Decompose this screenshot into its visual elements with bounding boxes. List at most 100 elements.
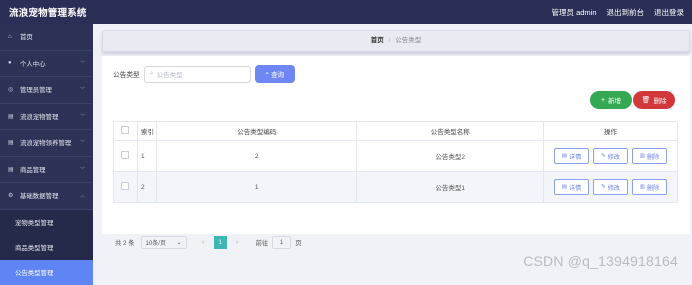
delete-button-label: 删除 bbox=[653, 98, 667, 105]
detail-button[interactable]: ▤ 详情 bbox=[554, 148, 589, 164]
chevron-left-icon: ‹ bbox=[201, 239, 205, 246]
search-form: 公告类型 ⌕ 公告类型 ⌕ 查询 bbox=[113, 65, 295, 83]
search-input[interactable]: ⌕ 公告类型 bbox=[143, 65, 251, 83]
breadcrumb-separator: / bbox=[388, 37, 391, 44]
settings-icon: ⚙ bbox=[8, 193, 14, 200]
row-operations: ▤ 详情 ✎ 修改 ▥ 删除 bbox=[543, 171, 678, 203]
sidebar-item-label: 管理员管理 bbox=[20, 87, 52, 95]
next-page-button[interactable]: › bbox=[230, 236, 244, 249]
sidebar-item-adoption[interactable]: ▤ 流浪宠物领养管理 ﹀ bbox=[0, 130, 93, 157]
sidebar-item-pets[interactable]: ▤ 流浪宠物管理 ﹀ bbox=[0, 104, 93, 130]
table-header-row: 索引 公告类型编码 公告类型名称 操作 bbox=[113, 121, 678, 141]
home-icon: ⌂ bbox=[8, 33, 12, 40]
row-checkbox[interactable] bbox=[113, 140, 138, 172]
add-button-label: 新增 bbox=[608, 98, 622, 105]
chevron-down-icon: ﹀ bbox=[79, 113, 85, 120]
row-checkbox[interactable] bbox=[113, 171, 138, 203]
page-size-value: 10条/页 bbox=[145, 241, 166, 247]
row-index: 1 bbox=[136, 140, 157, 172]
content-panel: 公告类型 ⌕ 公告类型 ⌕ 查询 + 新增 🗑 删除 索引 公告类型编码 公告类… bbox=[102, 56, 690, 249]
detail-button[interactable]: ▤ 详情 bbox=[554, 179, 589, 195]
pagination: 共 2 条 10条/页 ⌄ ‹ 1 › 前往 1 页 bbox=[115, 236, 302, 249]
breadcrumb: 首页 / 公告类型 bbox=[102, 30, 690, 52]
row-name: 公告类型2 bbox=[356, 140, 545, 172]
search-button-label: 查询 bbox=[270, 72, 285, 79]
plus-icon: + bbox=[600, 96, 606, 104]
sidebar-subitem-label: 商品类型管理 bbox=[15, 244, 54, 252]
row-delete-button-label: 删除 bbox=[647, 153, 660, 161]
edit-button-label: 修改 bbox=[607, 153, 620, 161]
checkbox-icon bbox=[121, 151, 130, 159]
list-icon: ▤ bbox=[8, 166, 14, 173]
top-links: 管理员 admin 退出到前台 退出登录 bbox=[551, 7, 684, 18]
edit-icon: ✎ bbox=[601, 153, 606, 159]
sidebar-item-label: 商品管理 bbox=[20, 166, 46, 174]
detail-button-label: 详情 bbox=[569, 184, 582, 192]
row-delete-button-label: 删除 bbox=[647, 184, 660, 192]
chevron-down-icon: ﹀ bbox=[79, 87, 85, 93]
sidebar-item-label: 流浪宠物管理 bbox=[20, 113, 59, 121]
sidebar-item-base-data[interactable]: ⚙ 基础数据管理 ︿ bbox=[0, 183, 93, 210]
sidebar-subitem-goods-type[interactable]: 商品类型管理 bbox=[0, 234, 93, 260]
sidebar-subitem-label: 公告类型管理 bbox=[15, 269, 54, 277]
prev-page-button[interactable]: ‹ bbox=[196, 236, 210, 249]
search-icon: ⌕ bbox=[149, 70, 154, 77]
user-icon: ● bbox=[8, 60, 12, 67]
goto-page-unit: 页 bbox=[295, 240, 302, 247]
main-content: 首页 / 公告类型 公告类型 ⌕ 公告类型 ⌕ 查询 + 新增 🗑 删除 索引 … bbox=[102, 30, 690, 249]
edit-button[interactable]: ✎ 修改 bbox=[593, 179, 628, 195]
chevron-down-icon: ﹀ bbox=[79, 140, 85, 146]
chevron-down-icon: ﹀ bbox=[79, 166, 85, 173]
row-delete-button[interactable]: ▥ 删除 bbox=[632, 148, 667, 164]
row-delete-button[interactable]: ▥ 删除 bbox=[632, 179, 667, 195]
search-button[interactable]: ⌕ 查询 bbox=[254, 65, 295, 83]
edit-button-label: 修改 bbox=[607, 184, 620, 192]
exit-to-frontend-link[interactable]: 退出到前台 bbox=[607, 7, 645, 18]
header-index: 索引 bbox=[136, 121, 157, 141]
top-bar: 流浪宠物管理系统 管理员 admin 退出到前台 退出登录 bbox=[0, 0, 692, 24]
sidebar-item-goods[interactable]: ▤ 商品管理 ﹀ bbox=[0, 157, 93, 183]
app-title: 流浪宠物管理系统 bbox=[9, 8, 87, 19]
chevron-right-icon: › bbox=[235, 239, 239, 246]
search-placeholder: 公告类型 bbox=[156, 72, 183, 79]
page-size-select[interactable]: 10条/页 ⌄ bbox=[140, 236, 187, 249]
detail-button-label: 详情 bbox=[569, 153, 582, 161]
goto-label: 前往 bbox=[255, 240, 269, 247]
table-row: 1 2 公告类型2 ▤ 详情 ✎ 修改 ▥ 删除 bbox=[113, 140, 678, 172]
list-icon: ▤ bbox=[8, 113, 14, 120]
breadcrumb-home[interactable]: 首页 bbox=[371, 37, 384, 44]
current-user-label: 管理员 admin bbox=[551, 8, 597, 17]
edit-button[interactable]: ✎ 修改 bbox=[593, 148, 628, 164]
row-code: 2 bbox=[155, 140, 358, 172]
page-number-button[interactable]: 1 bbox=[213, 236, 227, 249]
search-icon: ⌕ bbox=[265, 70, 269, 77]
chevron-down-icon: ﹀ bbox=[79, 60, 85, 67]
admin-icon: ◎ bbox=[8, 87, 14, 94]
sidebar-subitem-label: 宠物类型管理 bbox=[15, 219, 54, 227]
checkbox-icon bbox=[121, 126, 130, 134]
sidebar-subitem-notice-type[interactable]: 公告类型管理 bbox=[0, 259, 93, 285]
sidebar-item-home[interactable]: ⌂ 首页 bbox=[0, 24, 93, 51]
goto-page-input[interactable]: 1 bbox=[272, 236, 292, 249]
select-all-checkbox[interactable] bbox=[113, 121, 138, 141]
sidebar-item-label: 个人中心 bbox=[20, 60, 46, 68]
header-operations: 操作 bbox=[543, 121, 678, 141]
sidebar-item-admin[interactable]: ◎ 管理员管理 ﹀ bbox=[0, 77, 93, 104]
row-name: 公告类型1 bbox=[356, 171, 545, 203]
search-label: 公告类型 bbox=[113, 72, 140, 79]
sidebar-item-label: 首页 bbox=[20, 34, 33, 42]
chevron-down-icon: ⌄ bbox=[176, 240, 182, 246]
table-row: 2 1 公告类型1 ▤ 详情 ✎ 修改 ▥ 删除 bbox=[113, 171, 678, 203]
row-index: 2 bbox=[136, 171, 157, 203]
trash-icon: ▥ bbox=[639, 153, 645, 159]
delete-button[interactable]: 🗑 删除 bbox=[633, 91, 675, 109]
header-name: 公告类型名称 bbox=[356, 121, 545, 141]
edit-icon: ✎ bbox=[601, 184, 606, 190]
logout-link[interactable]: 退出登录 bbox=[654, 7, 684, 18]
trash-icon: ▥ bbox=[639, 184, 645, 190]
sidebar-item-profile[interactable]: ● 个人中心 ﹀ bbox=[0, 51, 93, 77]
data-table: 索引 公告类型编码 公告类型名称 操作 1 2 公告类型2 ▤详情 ✎修改 bbox=[113, 121, 678, 203]
sidebar-subitem-pet-type[interactable]: 宠物类型管理 bbox=[0, 209, 93, 235]
add-button[interactable]: + 新增 bbox=[590, 91, 632, 109]
detail-icon: ▤ bbox=[561, 153, 567, 159]
